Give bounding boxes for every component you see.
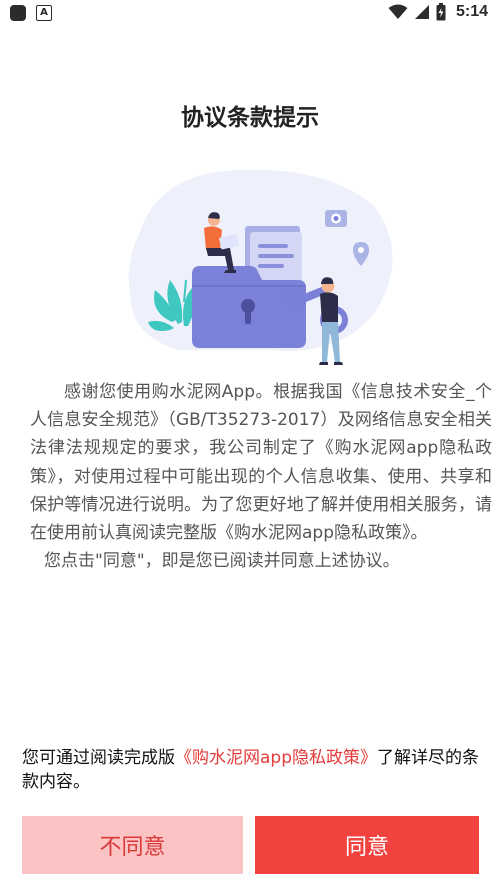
intro-text-block: 感谢您使用购水泥网App。根据我国《信息技术安全_个人信息安全规范》（GB/T3… bbox=[30, 378, 492, 575]
wifi-icon bbox=[388, 4, 408, 19]
notice-prefix: 您可通过阅读完成版 bbox=[22, 748, 175, 768]
privacy-policy-link[interactable]: 《购水泥网app隐私政策》 bbox=[175, 748, 377, 768]
intro-paragraph: 感谢您使用购水泥网App。根据我国《信息技术安全_个人信息安全规范》（GB/T3… bbox=[30, 382, 492, 544]
camera-icon bbox=[325, 210, 347, 227]
agree-button[interactable]: 同意 bbox=[255, 816, 479, 874]
battery-icon bbox=[436, 3, 446, 21]
app-notification-icon bbox=[10, 5, 26, 21]
policy-notice: 您可通过阅读完成版《购水泥网app隐私政策》了解详尽的条款内容。 bbox=[22, 746, 492, 794]
privacy-illustration bbox=[128, 169, 393, 365]
consent-statement: 您点击"同意"，即是您已阅读并同意上述协议。 bbox=[44, 551, 400, 572]
dialog-title: 协议条款提示 bbox=[181, 105, 319, 131]
cell-signal-icon bbox=[414, 5, 429, 19]
a-notification-icon: A bbox=[36, 5, 52, 21]
status-bar-left: A bbox=[10, 5, 52, 21]
status-bar: A 5:14 bbox=[0, 0, 500, 26]
status-bar-right: 5:14 bbox=[388, 3, 488, 21]
status-time: 5:14 bbox=[455, 3, 488, 20]
disagree-button[interactable]: 不同意 bbox=[22, 816, 243, 874]
